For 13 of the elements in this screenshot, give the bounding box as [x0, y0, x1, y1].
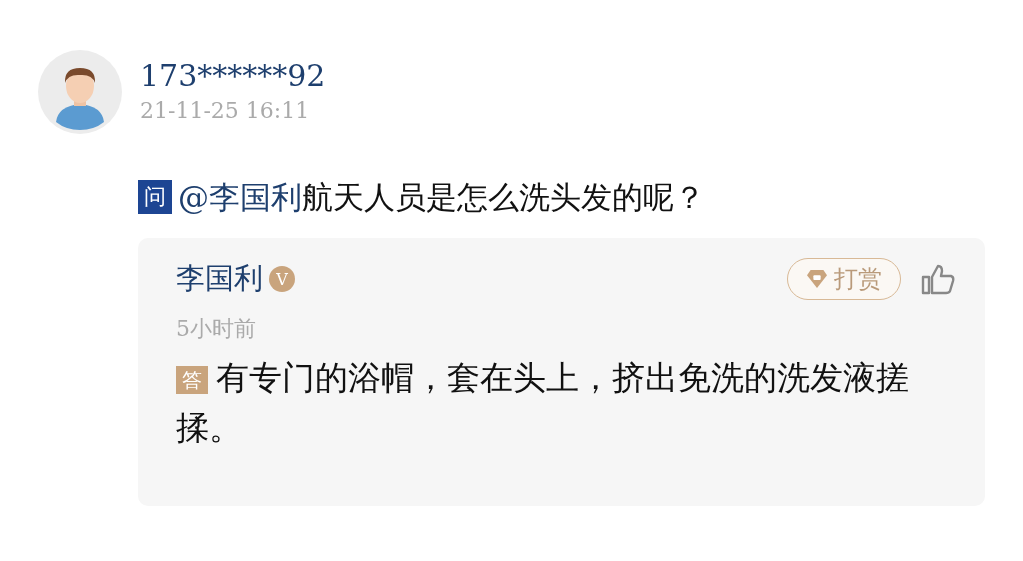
diamond-icon: [806, 269, 828, 289]
user-name[interactable]: 173******92: [140, 56, 326, 96]
question-text: 航天人员是怎么洗头发的呢？: [302, 178, 705, 217]
answer-tag: 答: [176, 366, 208, 394]
question-tag: 问: [138, 180, 172, 214]
verified-badge: V: [269, 266, 295, 292]
thumbs-up-icon[interactable]: [921, 263, 955, 295]
answer-text: 答 有专门的浴帽，套在头上，挤出免洗的洗发液搓揉。: [176, 357, 910, 449]
post-time: 21-11-25 16:11: [140, 97, 311, 125]
author-name[interactable]: 李国利: [176, 259, 263, 299]
mention-link[interactable]: @李国利: [178, 176, 302, 218]
answer-time: 5小时前: [176, 315, 256, 343]
avatar-icon: [38, 50, 122, 134]
